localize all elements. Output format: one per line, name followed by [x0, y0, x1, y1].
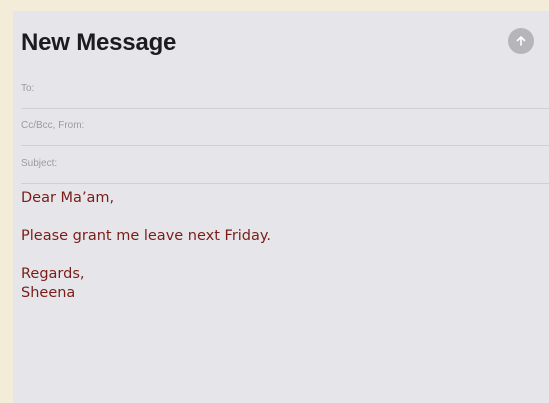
screenshot-frame: New Message To: Cc/Bcc, From: Subject: D… — [0, 0, 549, 403]
send-button[interactable] — [508, 28, 534, 54]
page-title: New Message — [21, 29, 177, 56]
cc-from-label: Cc/Bcc, From: — [21, 120, 85, 131]
message-line: Please grant me leave next Friday. — [21, 228, 272, 244]
message-body[interactable]: Dear Ma’am, Please grant me leave next F… — [21, 189, 521, 303]
closing-line: Regards, — [21, 266, 85, 282]
cc-from-field[interactable]: Cc/Bcc, From: — [21, 108, 549, 146]
signature-line: Sheena — [21, 285, 76, 301]
compose-panel: New Message To: Cc/Bcc, From: Subject: D… — [13, 11, 549, 403]
subject-label: Subject: — [21, 158, 58, 169]
arrow-up-icon — [516, 36, 526, 46]
to-label: To: — [21, 83, 35, 94]
subject-field[interactable]: Subject: — [21, 146, 549, 184]
greeting-line: Dear Ma’am, — [21, 190, 115, 206]
to-field[interactable]: To: — [21, 71, 549, 109]
